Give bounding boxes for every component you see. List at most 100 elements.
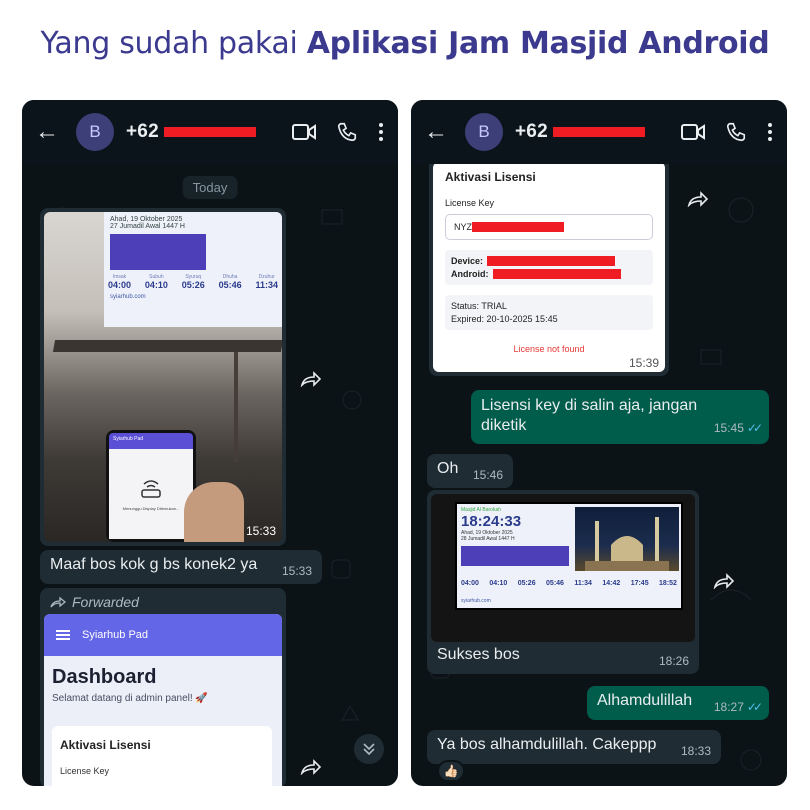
photo-phone: Syiarhub Pad Menunggu Display Ditemukan.… bbox=[106, 430, 196, 542]
dashboard-screenshot[interactable]: Syiarhub Pad Dashboard Selamat datang di… bbox=[44, 614, 282, 786]
forward-icon[interactable] bbox=[296, 364, 326, 394]
license-key-label: License Key bbox=[445, 198, 495, 208]
message-incoming[interactable]: Ya bos alhamdulillah. Cakeppp 18:33 bbox=[427, 730, 721, 764]
masjid-prayer-time: 14:42 bbox=[602, 580, 621, 587]
message-text: Lisensi key di salin aja, jangan diketik bbox=[481, 397, 698, 434]
masjid-url: syiarhub.com bbox=[461, 598, 491, 604]
photo-tv-setup[interactable]: Ahad, 19 Oktober 2025 27 Jumadil Awal 14… bbox=[44, 212, 282, 542]
masjid-prayer-time: 04:10 bbox=[489, 580, 508, 587]
message-time: 15:33 bbox=[245, 524, 276, 538]
message-text: Oh bbox=[437, 460, 459, 477]
forward-icon[interactable] bbox=[296, 752, 326, 782]
back-arrow-icon[interactable]: ← bbox=[22, 118, 72, 146]
forward-icon[interactable] bbox=[683, 184, 713, 214]
masjid-image bbox=[575, 507, 679, 571]
contact-name[interactable]: +62 bbox=[515, 121, 646, 143]
masjid-prayer-time: 17:45 bbox=[630, 580, 649, 587]
photo-hand bbox=[184, 482, 244, 542]
thumbs-up-icon: 👍🏻 bbox=[443, 764, 459, 778]
headline-regular: Yang sudah pakai bbox=[40, 26, 307, 61]
contact-number: +62 bbox=[126, 121, 159, 142]
masjid-clock: 18:24:33 bbox=[461, 513, 522, 530]
tv-prayer-item: Subuh 04:10 bbox=[145, 274, 168, 290]
tv-date: Ahad, 19 Oktober 2025 bbox=[110, 216, 183, 223]
license-screenshot-message[interactable]: Aktivasi Lisensi License Key NYZ Device:… bbox=[429, 162, 669, 376]
masjid-purple-banner bbox=[461, 546, 569, 566]
masjid-prayer-time: 04:00 bbox=[461, 580, 479, 587]
left-chat-screen: ← B +62 Today Ahad, 19 Oktober 2025 27 J… bbox=[22, 100, 398, 786]
photo-message[interactable]: Masjid Al Barokah 18:24:33 Ahad, 19 Okto… bbox=[427, 490, 699, 674]
message-time: 15:33 bbox=[281, 564, 312, 578]
masjid-screen: Masjid Al Barokah 18:24:33 Ahad, 19 Okto… bbox=[455, 502, 683, 610]
tv-prayer-time: 04:00 bbox=[108, 280, 132, 290]
license-key-input[interactable]: NYZ bbox=[445, 214, 653, 240]
message-outgoing[interactable]: Lisensi key di salin aja, jangan diketik… bbox=[471, 390, 769, 444]
redaction-bar bbox=[164, 126, 257, 137]
tv-prayer-row: Imsak 04:00 Subuh 04:10 Syuruq 05:26 Dhuha 05:4… bbox=[104, 274, 282, 290]
phone-icon[interactable] bbox=[725, 121, 747, 143]
masjid-prayer-time: 18:52 bbox=[659, 580, 677, 587]
photo-table-leg bbox=[234, 352, 238, 462]
tv-prayer-item: Syuruq 05:26 bbox=[182, 274, 205, 290]
redaction-bar bbox=[492, 269, 621, 279]
tv-prayer-time: 04:10 bbox=[144, 280, 168, 290]
video-call-icon[interactable] bbox=[681, 123, 705, 141]
tv-hijri: 27 Jumadil Awal 1447 H bbox=[110, 223, 185, 230]
tv-prayer-item: Dhuha 05:46 bbox=[219, 274, 242, 290]
back-arrow-icon[interactable]: ← bbox=[411, 118, 461, 146]
scroll-down-icon[interactable] bbox=[354, 734, 384, 764]
headline-bold: Aplikasi Jam Masjid Android bbox=[306, 26, 770, 61]
redaction-bar bbox=[487, 256, 616, 266]
contact-number: +62 bbox=[515, 121, 548, 142]
phone-status: Menunggu Display Ditemukan... bbox=[122, 505, 180, 511]
more-vertical-icon[interactable] bbox=[767, 122, 773, 142]
photo-caption: Sukses bos bbox=[437, 646, 520, 663]
message-time: 15:39 bbox=[628, 356, 659, 370]
video-call-icon[interactable] bbox=[292, 123, 316, 141]
photo-message[interactable]: Ahad, 19 Oktober 2025 27 Jumadil Awal 14… bbox=[40, 208, 286, 546]
license-card-title: Aktivasi Lisensi bbox=[445, 170, 536, 184]
forwarded-message[interactable]: Forwarded Syiarhub Pad Dashboard Selamat… bbox=[40, 588, 286, 786]
phone-app-bar: Syiarhub Pad bbox=[109, 433, 193, 449]
activation-card-title: Aktivasi Lisensi bbox=[60, 738, 151, 752]
license-status-box: Status: TRIAL Expired: 20-10-2025 15:45 bbox=[445, 295, 653, 330]
message-incoming[interactable]: Maaf bos kok g bs konek2 ya 15:33 bbox=[40, 550, 322, 584]
wifi-router-icon bbox=[141, 479, 161, 498]
forward-icon[interactable] bbox=[709, 566, 739, 596]
message-time: 18:27 bbox=[713, 700, 744, 714]
activation-card: Aktivasi Lisensi License Key bbox=[52, 726, 272, 786]
message-text: Ya bos alhamdulillah. Cakeppp bbox=[437, 736, 657, 753]
message-time: 18:33 bbox=[680, 744, 711, 758]
message-outgoing[interactable]: Alhamdulillah 18:27 ✓✓ bbox=[587, 686, 769, 720]
right-chat-screen: ← B +62 Aktivasi Lisensi License Key NYZ bbox=[411, 100, 787, 786]
activation-field-label: License Key bbox=[60, 766, 110, 776]
dashboard-app-name: Syiarhub Pad bbox=[82, 629, 149, 641]
reaction-badge[interactable]: 👍🏻 bbox=[437, 760, 465, 782]
tv-display: Ahad, 19 Oktober 2025 27 Jumadil Awal 14… bbox=[104, 212, 282, 327]
avatar[interactable]: B bbox=[465, 113, 503, 151]
message-time: 15:45 bbox=[713, 421, 744, 435]
device-label: Device: bbox=[451, 256, 484, 266]
day-chip: Today bbox=[182, 176, 238, 199]
chat-header: ← B +62 bbox=[411, 100, 787, 164]
masjid-hijri: 28 Jumadil Awal 1447 H bbox=[461, 536, 515, 542]
tv-prayer-time: 11:34 bbox=[255, 280, 278, 290]
tv-prayer-item: Imsak 04:00 bbox=[108, 274, 131, 290]
hamburger-menu-icon bbox=[56, 630, 70, 640]
avatar[interactable]: B bbox=[76, 113, 114, 151]
masjid-prayer-time: 05:26 bbox=[517, 580, 536, 587]
dashboard-title: Dashboard bbox=[52, 666, 157, 688]
tv-purple-banner bbox=[110, 234, 206, 270]
photo-table bbox=[52, 340, 282, 352]
forwarded-icon bbox=[50, 596, 66, 608]
android-label: Android: bbox=[451, 269, 489, 279]
photo-masjid-display[interactable]: Masjid Al Barokah 18:24:33 Ahad, 19 Okto… bbox=[431, 494, 695, 642]
contact-name[interactable]: +62 bbox=[126, 121, 257, 143]
phone-icon[interactable] bbox=[336, 121, 358, 143]
message-incoming[interactable]: Oh 15:46 bbox=[427, 454, 513, 488]
message-time: 15:46 bbox=[472, 468, 503, 482]
license-key-prefix: NYZ bbox=[454, 222, 472, 232]
license-card[interactable]: Aktivasi Lisensi License Key NYZ Device:… bbox=[433, 162, 665, 372]
tv-url: syiarhub.com bbox=[110, 294, 146, 300]
more-vertical-icon[interactable] bbox=[378, 122, 384, 142]
